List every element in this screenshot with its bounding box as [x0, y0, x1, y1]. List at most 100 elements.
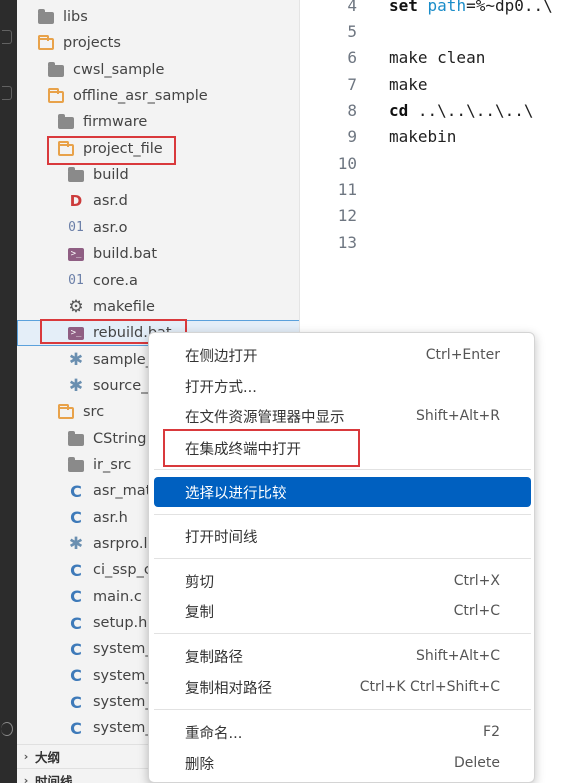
- menu-item-open-timeline[interactable]: 打开时间线: [154, 521, 531, 551]
- menu-item-label: 打开时间线: [185, 529, 258, 546]
- tree-item-label: asr.h: [93, 509, 128, 526]
- binary-file-icon: 01: [67, 219, 85, 237]
- code-text: set path=%~dp0..\: [389, 0, 553, 15]
- tree-item-label: system_: [93, 667, 153, 684]
- code-variable: path: [417, 0, 467, 15]
- tree-item-label: ci_ssp_c: [93, 562, 152, 579]
- menu-item-copy-relative-path[interactable]: 复制相对路径 Ctrl+K Ctrl+Shift+C: [154, 672, 531, 702]
- code-keyword: set: [389, 0, 418, 15]
- c-file-icon-glyph: C: [70, 639, 82, 659]
- line-number: 4: [347, 0, 357, 15]
- menu-item-cut[interactable]: 剪切 Ctrl+X: [154, 566, 531, 596]
- code-line: 9 makebin: [300, 124, 456, 150]
- tree-item[interactable]: ⚙ makefile: [17, 294, 299, 320]
- menu-item-open-to-side[interactable]: 在侧边打开 Ctrl+Enter: [154, 340, 531, 370]
- tree-item-label: asr.o: [93, 219, 128, 236]
- c-file-icon: C: [67, 693, 85, 712]
- terminal-file-icon: >_: [67, 324, 85, 342]
- tree-item[interactable]: 01 core.a: [17, 268, 299, 294]
- tree-item-label: CString: [93, 430, 147, 447]
- folder-open-icon-shape: [38, 35, 54, 51]
- d-file-icon-glyph: D: [69, 192, 83, 211]
- binary-file-icon-glyph: 01: [68, 220, 84, 236]
- tree-item[interactable]: firmware: [17, 109, 299, 135]
- menu-separator: [154, 469, 531, 470]
- menu-item-shortcut: Ctrl+C: [453, 603, 500, 619]
- tree-item-label: core.a: [93, 272, 138, 289]
- menu-item-select-for-compare[interactable]: 选择以进行比较: [154, 477, 531, 507]
- tree-item[interactable]: Dasr.d: [17, 188, 299, 214]
- menu-item-label: 删除: [185, 756, 214, 773]
- tree-item-label: cwsl_sample: [73, 61, 165, 78]
- menu-item-label: 复制: [185, 604, 214, 621]
- menu-item-label: 在侧边打开: [185, 348, 258, 365]
- menu-item-label: 复制路径: [185, 649, 243, 666]
- code-line: 6 make clean: [300, 45, 485, 71]
- c-file-icon-glyph: C: [70, 560, 82, 580]
- folder-icon-shape: [38, 9, 54, 24]
- folder-icon-shape: [48, 61, 64, 77]
- folder-open-icon: [57, 403, 75, 421]
- menu-item-shortcut: Ctrl+K Ctrl+Shift+C: [359, 679, 500, 695]
- c-file-icon: C: [67, 718, 85, 738]
- asterisk-file-icon-glyph: ✱: [68, 349, 84, 370]
- code-text: cd ..\..\..\..\: [389, 101, 534, 120]
- search-icon[interactable]: [2, 86, 12, 100]
- tree-item-label: asr.d: [93, 193, 128, 210]
- binary-file-icon: 01: [67, 272, 85, 290]
- code-line: 7 make: [300, 71, 427, 97]
- line-number: 7: [347, 74, 357, 94]
- menu-item-label: 在文件资源管理器中显示: [185, 409, 345, 426]
- tree-item[interactable]: build: [17, 162, 299, 188]
- folder-open-icon-shape: [48, 88, 64, 104]
- menu-item-rename[interactable]: 重命名... F2: [154, 717, 531, 747]
- menu-item-label: 剪切: [185, 574, 214, 591]
- tree-item-label: setup.h: [93, 615, 148, 632]
- code-line: 13: [300, 229, 389, 255]
- menu-item-delete[interactable]: 删除 Delete: [154, 748, 531, 778]
- menu-item-label: 选择以进行比较: [185, 485, 287, 502]
- menu-item-shortcut: Shift+Alt+C: [415, 648, 500, 664]
- code-line: 4 set path=%~dp0..\: [300, 0, 553, 18]
- tree-item[interactable]: 01 asr.o: [17, 215, 299, 241]
- asterisk-file-icon: ✱: [67, 534, 85, 554]
- tree-item[interactable]: offline_asr_sample: [17, 83, 299, 109]
- gear-icon: ⚙: [67, 296, 85, 317]
- activity-bar: [0, 0, 17, 783]
- folder-icon: [37, 8, 55, 26]
- explorer-icon[interactable]: [2, 30, 12, 44]
- line-number: 9: [347, 127, 357, 147]
- asterisk-file-icon-glyph: ✱: [68, 534, 84, 554]
- menu-item-open-with[interactable]: 打开方式...: [154, 371, 531, 401]
- code-keyword: cd: [389, 100, 409, 120]
- tree-item[interactable]: cwsl_sample: [17, 57, 299, 83]
- gear-icon-glyph: ⚙: [68, 296, 84, 317]
- menu-item-reveal-in-explorer[interactable]: 在文件资源管理器中显示 Shift+Alt+R: [154, 401, 531, 431]
- tree-item[interactable]: >_ build.bat: [17, 241, 299, 267]
- tree-item-label: makefile: [93, 298, 155, 315]
- asterisk-file-icon: ✱: [67, 376, 85, 396]
- tree-item-label: main.c: [93, 588, 142, 605]
- c-file-icon-glyph: C: [70, 508, 82, 528]
- c-file-icon-glyph: C: [70, 718, 82, 738]
- code-text: make clean: [389, 48, 485, 67]
- menu-item-copy-path[interactable]: 复制路径 Shift+Alt+C: [154, 641, 531, 671]
- menu-item-copy[interactable]: 复制 Ctrl+C: [154, 596, 531, 626]
- folder-open-icon: [57, 140, 75, 158]
- tree-item-label: projects: [63, 35, 121, 52]
- menu-item-open-in-terminal[interactable]: 在集成终端中打开: [154, 433, 531, 463]
- c-file-icon: C: [67, 614, 85, 633]
- menu-item-label: 在集成终端中打开: [185, 441, 301, 458]
- tree-item-label: source_: [93, 377, 149, 394]
- folder-icon-shape: [58, 114, 74, 130]
- tree-item-label: src: [83, 404, 105, 421]
- code-content: makebin: [389, 127, 457, 147]
- tree-item[interactable]: project_file: [17, 136, 299, 162]
- tree-item-label: ir_src: [93, 456, 132, 473]
- tree-item-label: system_: [93, 694, 153, 711]
- menu-item-label: 重命名...: [185, 725, 243, 742]
- folder-icon: [67, 166, 85, 184]
- tree-item[interactable]: projects: [17, 30, 299, 56]
- tree-item[interactable]: libs: [17, 4, 299, 30]
- account-icon[interactable]: [1, 722, 13, 736]
